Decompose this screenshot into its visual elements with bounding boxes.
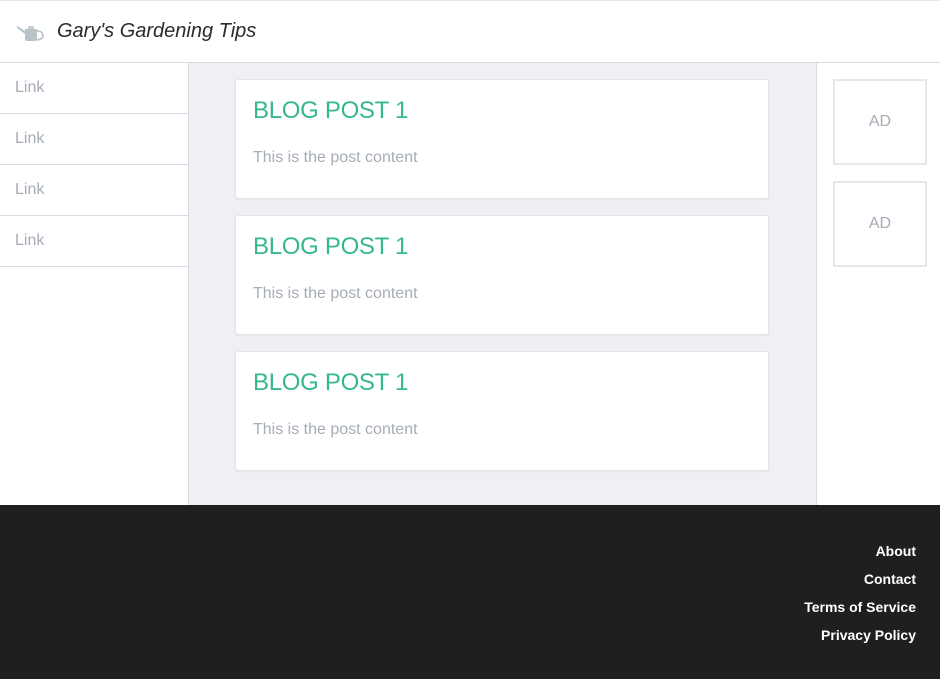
ad-box[interactable]: AD [833,79,927,165]
watering-can-icon [17,26,44,41]
footer-link-about[interactable]: About [876,543,916,559]
site-header: Gary's Gardening Tips [0,0,940,63]
sidebar-link-2[interactable]: Link [0,114,188,165]
ad-sidebar: AD AD [816,63,940,505]
site-title: Gary's Gardening Tips [57,20,257,42]
post-content: This is the post content [253,421,418,438]
post-content: This is the post content [253,149,418,166]
post-content: This is the post content [253,285,418,302]
main-content: BLOG POST 1 This is the post content BLO… [189,63,816,505]
post-title: BLOG POST 1 [253,369,408,396]
site-footer: About Contact Terms of Service Privacy P… [0,505,940,679]
sidebar-link-1[interactable]: Link [0,63,188,114]
footer-link-contact[interactable]: Contact [864,571,916,587]
blog-post-card: BLOG POST 1 This is the post content [235,215,769,335]
post-title: BLOG POST 1 [253,97,408,124]
footer-link-terms[interactable]: Terms of Service [804,599,916,615]
post-title: BLOG POST 1 [253,233,408,260]
sidebar-link-4[interactable]: Link [0,216,188,267]
footer-link-privacy[interactable]: Privacy Policy [821,627,916,643]
sidebar-link-3[interactable]: Link [0,165,188,216]
ad-box[interactable]: AD [833,181,927,267]
sidebar-nav: Link Link Link Link [0,63,189,505]
blog-post-card: BLOG POST 1 This is the post content [235,351,769,471]
blog-post-card: BLOG POST 1 This is the post content [235,79,769,199]
